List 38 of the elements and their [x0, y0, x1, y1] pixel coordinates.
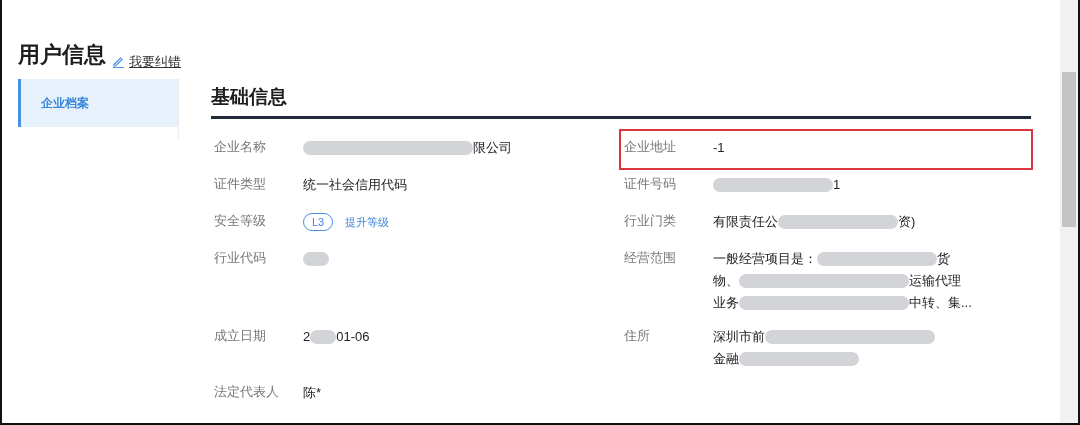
field-value: -1	[713, 139, 725, 158]
section-title: 基础信息	[211, 79, 1031, 119]
field-label: 证件号码	[623, 175, 677, 193]
field-value: 1	[833, 176, 841, 195]
field-label: 成立日期	[213, 327, 267, 345]
field-label: 行业代码	[213, 249, 267, 267]
field-value: 陈*	[303, 384, 322, 403]
scrollbar-thumb[interactable]	[1062, 72, 1076, 227]
upgrade-link[interactable]: 提升等级	[345, 213, 390, 231]
page-title: 用户信息	[18, 41, 106, 69]
field-value: 有限责任公	[713, 213, 778, 232]
field-value: 业务	[713, 294, 739, 313]
field-label: 法定代表人	[213, 383, 280, 401]
field-value: 限公司	[473, 139, 512, 158]
field-label: 住所	[623, 327, 651, 345]
field-label: 证件类型	[213, 175, 267, 193]
field-label: 安全等级	[213, 212, 267, 230]
pencil-icon	[112, 54, 125, 68]
field-value: 统一社会信用代码	[303, 176, 407, 195]
field-value: 资)	[898, 213, 916, 232]
scrollbar[interactable]	[1060, 0, 1078, 423]
field-label: 经营范围	[623, 249, 677, 267]
field-label: 企业地址	[623, 138, 677, 156]
field-value: 中转、集...	[909, 294, 972, 313]
field-label: 企业名称	[213, 138, 267, 156]
field-value: 货	[937, 250, 950, 269]
field-label: 行业门类	[623, 212, 677, 230]
field-value: 物、	[713, 272, 739, 291]
field-value: 01-06	[336, 328, 370, 347]
field-value: 深圳市前	[713, 328, 765, 347]
field-value: 2	[303, 328, 311, 347]
field-value: 一般经营项目是：	[713, 250, 817, 269]
field-value: 金融	[713, 350, 739, 369]
sidebar-item[interactable]: 企业档案	[18, 79, 178, 127]
edit-link[interactable]: 我要纠错	[112, 51, 181, 71]
blurred-text	[310, 330, 337, 344]
blurred-text	[303, 252, 329, 266]
field-value: 运输代理	[909, 272, 961, 291]
